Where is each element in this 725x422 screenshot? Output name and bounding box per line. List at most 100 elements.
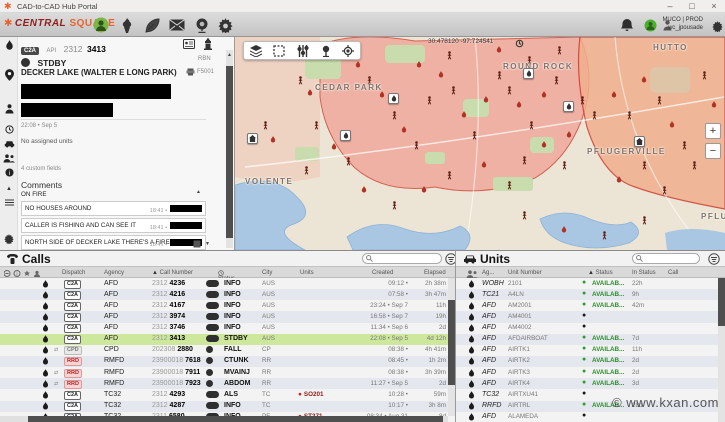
calls-row[interactable]: C2A AFD 2312 3413 STDBY AUS 22:08 • Sep 5 4d 1… [0,333,455,345]
fire-marker[interactable] [481,161,487,168]
fire-marker[interactable] [711,101,717,108]
torch-icon[interactable] [118,16,136,34]
refresh-coords-icon[interactable] [515,39,524,48]
calls-row[interactable]: C2A TC32 2312 4293 ALS TC ● SO201 10:28 • 59m [0,389,455,401]
fire-marker[interactable] [416,61,422,68]
person-marker[interactable] [303,166,310,175]
fire-map-badge[interactable] [523,68,534,79]
person-marker[interactable] [521,156,528,165]
person-marker[interactable] [506,86,513,95]
col-status[interactable]: ▲ Status [588,270,613,276]
units-row[interactable]: AFD AIRTK2 ● AVAILAB... 2d [456,355,725,368]
person-marker[interactable] [641,216,648,225]
scroll-thumb[interactable] [226,66,233,238]
col-agency[interactable]: Agency [104,270,124,276]
person-marker[interactable] [413,141,420,150]
calls-row[interactable]: C2A AFD 2312 4236 INFO AUS 09:12 • 2h 38m [0,278,455,290]
fire-map-badge[interactable] [388,93,399,104]
col-call[interactable]: Call [668,270,678,276]
calls-scroll-thumb[interactable] [448,300,455,385]
person-marker[interactable] [556,46,563,55]
person-marker[interactable] [426,96,433,105]
fire-marker[interactable] [561,226,567,233]
person-marker[interactable] [656,96,663,105]
units-row[interactable]: AFD AIRTK4 ● AVAILAB... 3d [456,378,725,390]
fire-marker[interactable] [331,143,337,150]
person-marker[interactable] [262,121,269,130]
person-marker[interactable] [345,157,352,166]
close-button[interactable]: × [703,0,725,13]
person-marker[interactable] [579,96,586,105]
calls-row[interactable]: C2A AFD 2312 3974 INFO AUS 16:58 • Sep 7 19h [0,311,455,323]
comment-row[interactable]: NORTH SIDE OF DECKER LAKE THERE'S A FIRE… [21,235,206,250]
calls-row[interactable]: C2A AFD 2312 4216 INFO AUS 07:58 • 3h 47m [0,289,455,301]
calls-row[interactable]: C2A AFD 2312 4167 INFO AUS 23:24 • Sep 7 11h [0,300,455,312]
avatar-icon[interactable] [92,16,110,34]
fire-marker[interactable] [616,176,622,183]
person-marker[interactable] [681,141,688,150]
mail-icon[interactable] [168,16,186,34]
person-marker[interactable] [450,86,457,95]
minimize-button[interactable]: – [659,0,681,13]
fire-marker[interactable] [566,131,572,138]
person-marker[interactable] [691,161,698,170]
fire-map-badge[interactable] [563,101,574,112]
units-row[interactable]: TC21 A4LN ● AVAILAB... 9h [456,289,725,301]
col-units[interactable]: Units [300,270,314,276]
scroll-up-arrow[interactable]: ▲ [226,52,233,58]
person-marker[interactable] [661,186,668,195]
col-city[interactable]: City [262,270,272,276]
layers-icon[interactable] [249,44,262,57]
calls-row[interactable]: ⇄ CPD CPD 202308 2880 FALL CP 08:38 • 4h 41m [0,344,455,356]
units-scroll-thumb[interactable] [718,278,725,326]
calls-row[interactable]: ⇄ RRD RMFD 23900018 7911 MVAINJ RR 08:38 • 3h 3… [0,367,455,379]
hydrant-icon[interactable] [203,38,213,50]
comments-scroll-up-icon[interactable]: ▲ [196,189,201,195]
person-marker[interactable] [626,111,633,120]
status-green-icon[interactable] [641,16,659,34]
calls-search-input[interactable] [362,253,442,264]
person-marker[interactable] [528,121,535,130]
units-row[interactable]: AFD AIRTK3 ● AVAILAB... 2d [456,367,725,379]
detail-scrollbar[interactable]: ▲ [226,50,233,248]
person-marker[interactable] [601,231,608,240]
settings-gear-icon[interactable] [216,16,234,34]
person-marker[interactable] [591,111,598,120]
hscroll-thumb[interactable] [28,416,443,422]
calls-horizontal-scrollbar[interactable] [0,416,448,422]
quill-icon[interactable] [143,16,161,34]
map-pin-icon[interactable] [321,45,331,57]
comment-row[interactable]: NO HOUSES AROUND 18:41 • [21,201,206,216]
fire-marker[interactable] [483,96,489,103]
person-marker[interactable] [471,131,478,140]
fire-marker[interactable] [307,89,313,96]
notifications-bell-icon[interactable] [618,16,636,34]
person-marker[interactable] [496,71,503,80]
home-map-badge[interactable] [247,133,258,144]
crosshair-icon[interactable] [342,44,355,57]
col-ag-[interactable]: Ag... [482,270,494,276]
zoom-out-button[interactable]: − [705,143,721,159]
fire-marker[interactable] [438,71,444,78]
fire-marker[interactable] [516,101,522,108]
fire-marker[interactable] [541,141,547,148]
fire-marker[interactable] [496,46,502,53]
person-marker[interactable] [506,181,513,190]
comment-row[interactable]: CALLER IS FISHING AND CAN SEE IT 18:41 • [21,218,206,233]
id-card-icon[interactable] [183,39,195,49]
person-marker[interactable] [297,76,304,85]
col-in-status[interactable]: In Status [632,270,656,276]
filter-sliders-icon[interactable] [297,44,309,57]
home-map-badge[interactable] [634,136,645,147]
units-filter-icon[interactable] [708,253,720,265]
webcam-icon[interactable] [193,16,211,34]
person-marker[interactable] [391,201,398,210]
fire-marker[interactable] [669,121,675,128]
person-marker[interactable] [521,211,528,220]
units-row[interactable]: AFD AIRTK1 ● AVAILAB... 11h [456,344,725,356]
person-marker[interactable] [446,171,453,180]
col-created[interactable]: Created [372,270,393,276]
calls-vertical-scrollbar[interactable] [448,278,455,416]
calls-row[interactable]: C2A AFD 2312 3746 INFO AUS 11:34 • Sep 6 2d [0,322,455,334]
maximize-button[interactable]: □ [681,0,703,13]
